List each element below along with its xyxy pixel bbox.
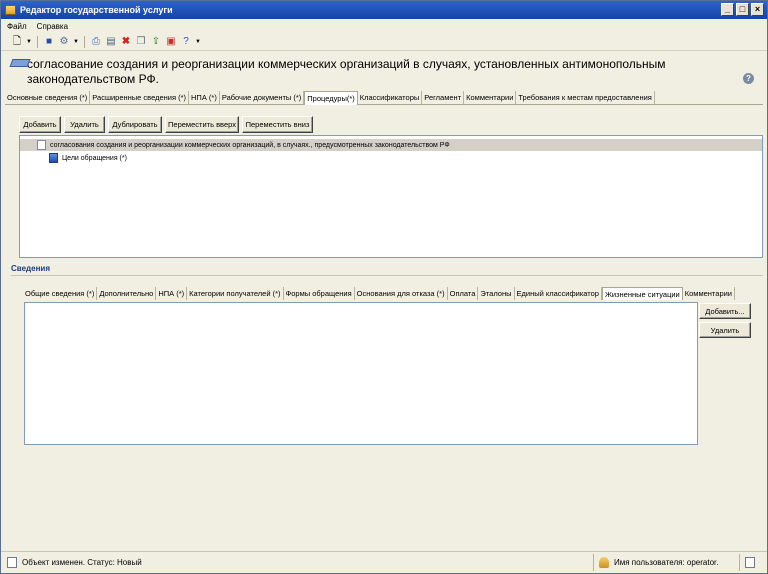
edit-status-icon [7,557,17,568]
details-tabs: Общие сведения (*) Дополнительно НПА (*)… [23,287,735,300]
main-content: согласование создания и реорганизации ко… [5,53,763,550]
help-icon[interactable]: ? [180,36,192,48]
delete-icon[interactable]: ✖ [120,36,132,48]
book-icon [49,153,58,163]
tab-work-documents[interactable]: Рабочие документы (*) [219,91,305,104]
tab-recipient-categories[interactable]: Категории получателей (*) [187,287,284,300]
tree-item-label: Цели обращения (*) [62,154,127,162]
life-situations-list[interactable] [24,302,698,445]
export-icon[interactable]: ⇪ [150,36,162,48]
page-icon [37,140,46,150]
tree-item-label: согласования создания и реорганизации ко… [50,141,450,149]
move-down-button[interactable]: Переместить вниз [242,116,313,133]
user-status-text: Имя пользователя: operator. [614,558,719,567]
tree-item[interactable]: согласования создания и реорганизации ко… [20,139,762,151]
tab-refusal-grounds[interactable]: Основания для отказа (*) [354,287,448,300]
page-icon[interactable]: ▤ [105,36,117,48]
top-tabs: Основные сведения (*) Расширенные сведен… [5,91,763,105]
menu-help[interactable]: Справка [37,22,68,31]
tab-place-requirements[interactable]: Требования к местам предоставления [516,91,655,104]
status-divider [739,554,740,571]
toolbar: 🗋 ▼ ■ ⚙ ▼ ⎙ ▤ ✖ ❐ ⇪ ▣ ? ▼ [1,33,767,51]
window-controls: _ □ × [721,3,764,16]
tab-extended-info[interactable]: Расширенные сведения (*) [90,91,190,104]
save-icon[interactable]: ■ [43,36,55,48]
new-document-icon[interactable]: 🗋 [11,36,23,48]
tab-standards[interactable]: Эталоны [478,287,515,300]
app-icon [5,5,16,15]
tab-procedures[interactable]: Процедуры(*) [304,91,358,105]
tab-regulation[interactable]: Регламент [422,91,465,104]
window-title: Редактор государственной услуги [20,5,173,15]
tab-unified-classifier[interactable]: Единый классификатор [514,287,602,300]
status-text: Объект изменен. Статус: Новый [22,558,142,567]
tab-npa[interactable]: НПА (*) [189,91,220,104]
tab-request-forms[interactable]: Формы обращения [283,287,355,300]
duplicate-button[interactable]: Дублировать [108,116,162,133]
status-right: Имя пользователя: operator. [599,557,719,568]
resize-grip-icon[interactable] [745,557,755,568]
print-icon[interactable]: ⎙ [90,36,102,48]
tab-payment[interactable]: Оплата [447,287,479,300]
page-title-text: согласование создания и реорганизации ко… [27,57,666,86]
document-icon [9,59,31,67]
tab-additional[interactable]: Дополнительно [97,287,157,300]
status-left: Объект изменен. Статус: Новый [7,557,142,568]
tab-classifiers[interactable]: Классификаторы [357,91,423,104]
help-icon[interactable]: ? [743,73,754,84]
section-title: Сведения [11,264,763,276]
import-icon[interactable]: ▣ [165,36,177,48]
status-divider [593,554,594,571]
user-icon [599,557,609,568]
status-bar: Объект изменен. Статус: Новый Имя пользо… [1,551,767,573]
tab-npa-details[interactable]: НПА (*) [156,287,188,300]
tab-comments[interactable]: Комментарии [464,91,517,104]
dropdown-arrow-icon[interactable]: ▼ [73,36,79,48]
move-up-button[interactable]: Переместить вверх [165,116,239,133]
copy-icon[interactable]: ❐ [135,36,147,48]
add-situation-button[interactable]: Добавить... [699,303,751,319]
menu-file[interactable]: Файл [7,22,27,31]
app-window: Редактор государственной услуги _ □ × Фа… [0,0,768,574]
procedures-panel: Добавить Удалить Дублировать Переместить… [9,109,763,259]
procedures-tree[interactable]: согласования создания и реорганизации ко… [19,135,763,258]
add-button[interactable]: Добавить [19,116,61,133]
tree-item[interactable]: Цели обращения (*) [20,152,762,164]
delete-situation-button[interactable]: Удалить [699,322,751,338]
title-bar[interactable]: Редактор государственной услуги _ □ × [1,1,767,19]
close-button[interactable]: × [751,3,764,16]
settings-icon[interactable]: ⚙ [58,36,70,48]
dropdown-arrow-icon[interactable]: ▼ [26,36,32,48]
dropdown-arrow-icon[interactable]: ▼ [195,36,201,48]
page-title: согласование создания и реорганизации ко… [9,57,731,87]
tab-basic-info[interactable]: Основные сведения (*) [5,91,91,104]
minimize-button[interactable]: _ [721,3,734,16]
delete-button[interactable]: Удалить [64,116,105,133]
toolbar-separator [37,35,38,48]
toolbar-separator [84,35,85,48]
tab-general-info[interactable]: Общие сведения (*) [23,287,98,300]
tab-details-comments[interactable]: Комментарии [682,287,735,300]
tab-life-situations[interactable]: Жизненные ситуации [601,287,683,300]
menu-bar: Файл Справка [1,19,767,33]
maximize-button[interactable]: □ [736,3,749,16]
